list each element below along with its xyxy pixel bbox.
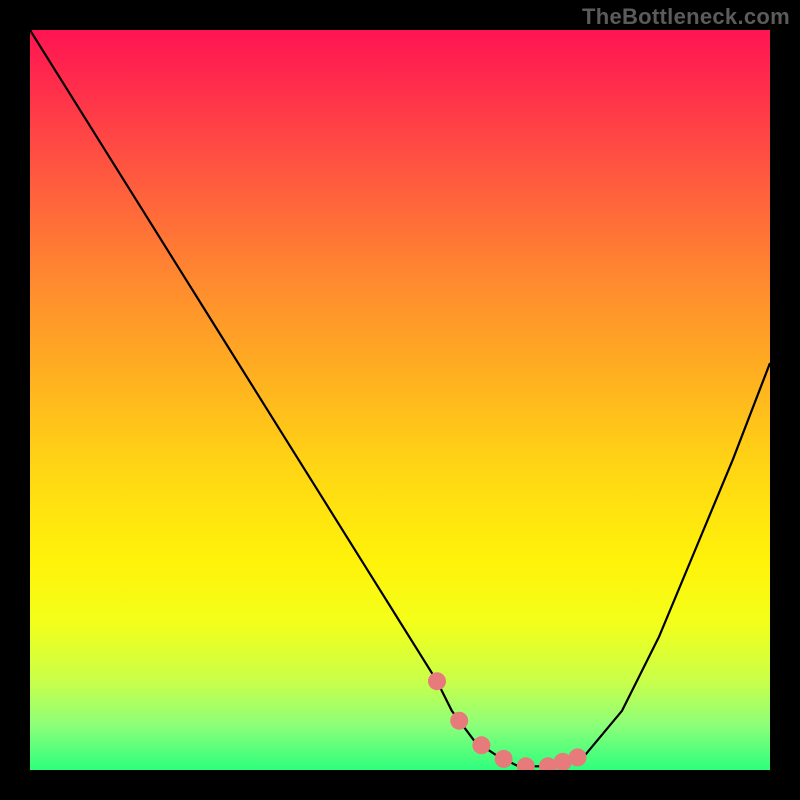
trough-marker (450, 712, 468, 730)
chart-frame: TheBottleneck.com (0, 0, 800, 800)
trough-markers (428, 672, 587, 770)
plot-area (30, 30, 770, 770)
watermark-text: TheBottleneck.com (582, 4, 790, 30)
trough-marker (428, 672, 446, 690)
trough-marker (495, 750, 513, 768)
trough-marker (517, 757, 535, 770)
curve-svg (30, 30, 770, 770)
trough-marker (472, 736, 490, 754)
bottleneck-curve (30, 30, 770, 766)
trough-marker (569, 748, 587, 766)
